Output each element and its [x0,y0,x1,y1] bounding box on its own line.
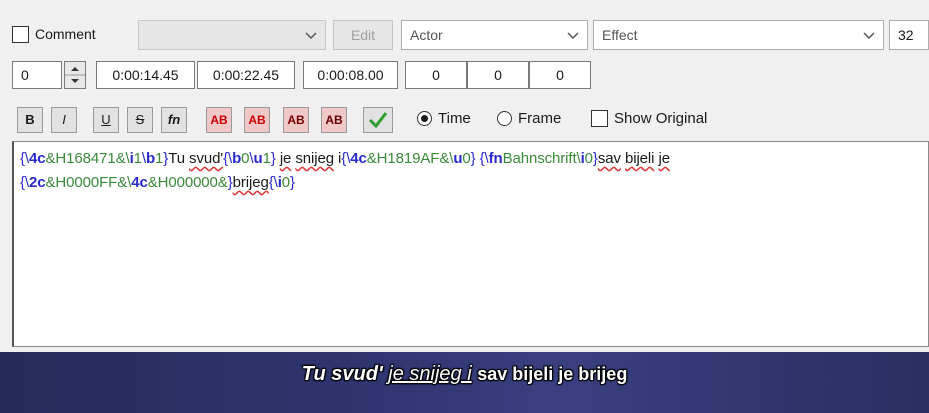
editor-line-1: {\4c&H168471&\i1\b1}Tu svud'{\b0\u1} je … [20,150,670,167]
chevron-down-icon [305,32,317,40]
layer-field[interactable]: 0 [12,61,62,89]
editor-token: 2c [28,174,46,191]
editor-token: 4c [131,174,148,191]
time-radio-label: Time [438,110,471,127]
frame-radio-label: Frame [518,110,562,127]
duration-field[interactable]: 0:00:08.00 [303,61,398,89]
margin-vertical-field[interactable]: 0 [529,61,591,89]
editor-token: Bahnschrift\ [502,150,581,167]
editor-token: svud' [189,150,224,167]
editor-token: } [270,150,280,167]
editor-token: sav [597,150,621,167]
editor-token: b [232,150,242,167]
editor-token: {\ [223,150,233,167]
layer-spinner[interactable] [64,61,86,89]
editor-token: je [279,150,292,167]
style-dropdown[interactable] [138,20,326,50]
primary-color-button[interactable]: AB [206,107,232,133]
editor-token: 0 [281,174,291,191]
editor-token: u [253,150,263,167]
edit-style-button[interactable]: Edit [333,20,393,50]
subtitle-segment-2: je snijeg i [388,363,472,385]
editor-token: } [290,174,295,191]
editor-token: snijeg [295,150,334,167]
subtitle-segment-3: sav bijeli je brijeg [477,364,628,384]
editor-token: bijeli [624,150,655,167]
editor-token: 4c [28,150,46,167]
rendered-subtitle: Tu svud' je snijeg i sav bijeli je brije… [0,363,929,386]
actor-combobox[interactable]: Actor [401,20,588,50]
subtitle-segment-1: Tu svud' [301,363,383,385]
start-time-field[interactable]: 0:00:14.45 [96,61,195,89]
editor-token: 0 [462,150,471,167]
actor-placeholder: Actor [410,27,443,43]
frame-radio[interactable] [497,111,512,126]
char-count-value: 32 [898,27,914,43]
margin-right-field[interactable]: 0 [467,61,529,89]
show-original-checkbox[interactable] [591,110,608,127]
outline-color-button[interactable]: AB [283,107,309,133]
editor-token: Tu [168,150,190,167]
comment-label: Comment [35,26,96,42]
editor-token: 1 [133,150,142,167]
effect-placeholder: Effect [602,27,638,43]
shadow-color-button[interactable]: AB [321,107,347,133]
editor-token: &H1819AF&\ [366,150,454,167]
editor-token: 4c [350,150,367,167]
video-preview: Tu svud' je snijeg i sav bijeli je brije… [0,352,929,413]
effect-combobox[interactable]: Effect [593,20,884,50]
editor-token: 0 [584,150,593,167]
time-radio[interactable] [417,111,432,126]
strikeout-button[interactable]: S [127,107,153,133]
editor-token: fn [488,150,503,167]
comment-checkbox[interactable] [12,26,29,43]
editor-token: &H168471&\ [45,150,130,167]
italic-button[interactable]: I [51,107,77,133]
chevron-down-icon [567,32,579,40]
underline-button[interactable]: U [93,107,119,133]
editor-token: {\ [268,174,278,191]
editor-token: brijeg [232,174,269,191]
secondary-color-button[interactable]: AB [244,107,270,133]
editor-token: {\ [20,150,29,167]
show-original-label: Show Original [614,110,708,127]
subtitle-text-editor[interactable]: {\4c&H168471&\i1\b1}Tu svud'{\b0\u1} je … [12,141,929,347]
spinner-arrows-icon [65,67,85,83]
editor-token: {\ [341,150,351,167]
editor-token: {\ [479,150,489,167]
char-count-field: 32 [889,20,929,50]
editor-token: b [145,150,156,167]
editor-line-2: {\2c&H0000FF&\4c&H000000&}brijeg{\i0} [20,174,295,191]
chevron-down-icon [863,32,875,40]
checkmark-icon [368,112,388,129]
editor-token: {\ [20,174,29,191]
margin-left-field[interactable]: 0 [405,61,467,89]
font-button[interactable]: fn [161,107,187,133]
editor-token: &H0000FF&\ [45,174,132,191]
editor-token: je [658,150,670,167]
editor-token: &H000000& [147,174,228,191]
editor-token: 1 [262,150,271,167]
bold-button[interactable]: B [17,107,43,133]
commit-button[interactable] [363,107,393,133]
editor-token: } [470,150,480,167]
end-time-field[interactable]: 0:00:22.45 [197,61,295,89]
